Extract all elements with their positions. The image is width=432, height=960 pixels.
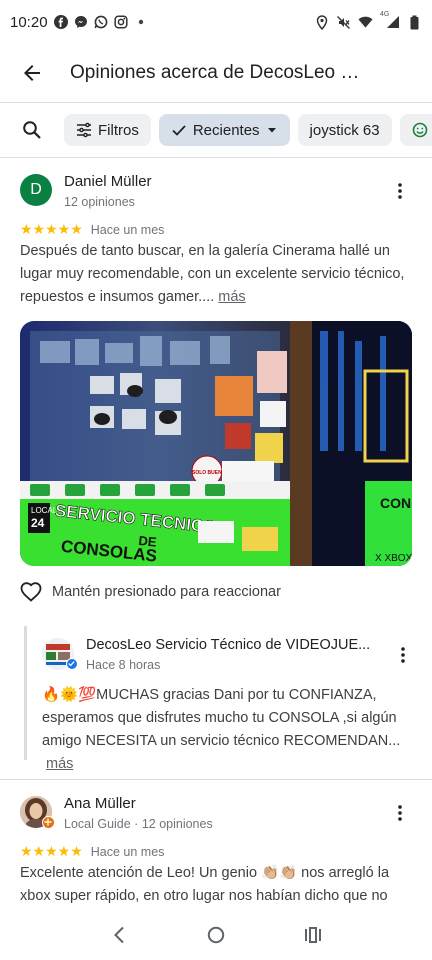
reviewer-meta: Local Guide · 12 opiniones: [64, 817, 213, 831]
dot-icon: [134, 15, 149, 30]
xbox-logo: X XBOX: [375, 553, 412, 564]
review-body: Después de tanto buscar, en la galería C…: [20, 243, 405, 305]
caret-down-icon: [267, 128, 276, 133]
nav-home-icon: [207, 926, 225, 944]
more-vert-icon: [398, 805, 402, 821]
sort-chip[interactable]: Recientes: [158, 114, 290, 146]
location-icon: [314, 14, 329, 30]
owner-reply-text: 🔥🌞💯MUCHAS gracias Dani por tu CONFIANZA,…: [42, 684, 420, 776]
mute-icon: [336, 15, 351, 30]
filters-label: Filtros: [98, 121, 139, 139]
filter-row: Filtros Recientes joystick 63 tr: [0, 104, 432, 156]
owner-name[interactable]: DecosLeo Servicio Técnico de VIDEOJUE...: [86, 637, 376, 653]
status-bar: 10:20 4G: [0, 0, 432, 44]
review-text: Excelente atención de Leo! Un genio 👏🏼👏🏼…: [20, 862, 412, 908]
nav-recents-button[interactable]: [293, 915, 333, 955]
topic-chip[interactable]: joystick 63: [297, 114, 392, 146]
avatar[interactable]: D: [20, 174, 52, 206]
battery-icon: [407, 15, 422, 30]
notification-icons: [54, 15, 149, 30]
verified-badge-icon: [66, 658, 78, 670]
rating-row: ★★★★★ Hace un mes: [20, 221, 164, 238]
search-button[interactable]: [0, 104, 64, 156]
nav-home-button[interactable]: [196, 915, 236, 955]
reply-more-options-button[interactable]: [389, 641, 417, 669]
more-options-button[interactable]: [386, 177, 414, 205]
shop-window-photo: CON VIDEOS X XBOX SOLO BUENAS VIBRAS LOC…: [20, 321, 412, 566]
more-vert-icon: [398, 183, 402, 199]
sort-label: Recientes: [192, 121, 260, 139]
local-label: LOCAL: [31, 506, 58, 515]
header-divider: [0, 102, 432, 103]
more-link[interactable]: más: [218, 289, 245, 305]
whatsapp-icon: [94, 15, 109, 30]
local-guide-badge-icon: [42, 816, 55, 829]
facebook-icon: [54, 15, 69, 30]
more-options-button[interactable]: [386, 799, 414, 827]
heart-icon: [20, 582, 42, 602]
owner-reply-body: 🔥🌞💯MUCHAS gracias Dani por tu CONFIANZA,…: [42, 687, 401, 749]
react-label: Mantén presionado para reaccionar: [52, 584, 281, 600]
reviewer-meta: 12 opiniones: [64, 195, 135, 209]
more-vert-icon: [401, 647, 405, 663]
filters-chip[interactable]: Filtros: [64, 114, 151, 146]
review-time: Hace un mes: [90, 222, 165, 237]
reviewer-name[interactable]: Daniel Müller: [64, 173, 152, 190]
react-button[interactable]: Mantén presionado para reaccionar: [20, 582, 281, 602]
review-text: Después de tanto buscar, en la galería C…: [20, 240, 412, 309]
review-divider: [0, 779, 432, 780]
filter-divider: [0, 157, 432, 158]
topic-chip-label: joystick 63: [309, 121, 380, 139]
system-icons: 4G: [314, 11, 422, 30]
star-rating: ★★★★★: [20, 221, 83, 237]
page-title: Opiniones acerca de DecosLeo Ser...: [70, 62, 370, 83]
review-photo[interactable]: CON VIDEOS X XBOX SOLO BUENAS VIBRAS LOC…: [20, 321, 412, 566]
reply-divider: [24, 626, 27, 760]
wifi-icon: [358, 15, 373, 30]
signal-icon: 4G: [380, 11, 400, 30]
review-body: Excelente atención de Leo! Un genio 👏🏼👏🏼…: [20, 865, 390, 904]
sliders-icon: [77, 122, 91, 138]
nav-recents-icon: [305, 927, 322, 943]
review-time: Hace un mes: [90, 844, 165, 859]
system-nav-bar: [0, 910, 432, 960]
star-rating: ★★★★★: [20, 843, 83, 859]
check-icon: [172, 125, 186, 136]
nav-back-icon: [113, 926, 124, 944]
right-sign-text: CON VIDEOS: [380, 495, 412, 511]
local-number: 24: [31, 516, 45, 530]
app-bar: Opiniones acerca de DecosLeo Ser...: [0, 44, 432, 102]
reviewer-name[interactable]: Ana Müller: [64, 795, 136, 812]
back-arrow-icon: [24, 65, 40, 81]
rating-row: ★★★★★ Hace un mes: [20, 843, 164, 860]
instagram-icon: [114, 15, 129, 30]
search-icon: [23, 121, 41, 139]
right-sign: CON VIDEOS: [380, 495, 412, 511]
owner-reply-time: Hace 8 horas: [86, 658, 161, 672]
status-time: 10:20: [10, 13, 48, 31]
smile-icon: [412, 122, 427, 138]
nav-back-button[interactable]: [99, 915, 139, 955]
topic-chip[interactable]: tr: [399, 114, 432, 146]
back-button[interactable]: [0, 44, 64, 102]
messenger-icon: [74, 15, 89, 30]
network-type: 4G: [380, 10, 390, 18]
reply-more-link[interactable]: más: [46, 756, 73, 772]
